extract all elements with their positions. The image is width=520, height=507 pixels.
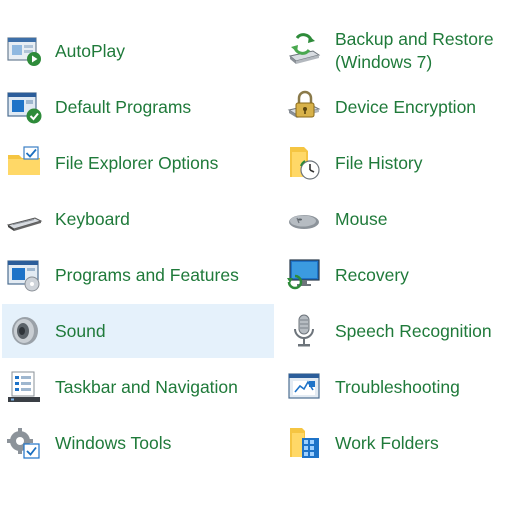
default-programs-item[interactable]: Default Programs bbox=[2, 80, 274, 134]
backup-restore-icon bbox=[285, 32, 323, 70]
file-explorer-options-item[interactable]: File Explorer Options bbox=[2, 136, 274, 190]
troubleshooting-icon bbox=[285, 368, 323, 406]
keyboard-item[interactable]: Keyboard bbox=[2, 192, 274, 246]
backup-restore-label[interactable]: Backup and Restore (Windows 7) bbox=[335, 28, 515, 74]
taskbar-icon bbox=[5, 368, 43, 406]
speech-recognition-label[interactable]: Speech Recognition bbox=[335, 320, 492, 343]
work-folders-item[interactable]: Work Folders bbox=[282, 416, 518, 470]
mouse-icon bbox=[285, 200, 323, 238]
file-history-item[interactable]: File History bbox=[282, 136, 518, 190]
work-folders-icon bbox=[285, 424, 323, 462]
backup-restore-item[interactable]: Backup and Restore (Windows 7) bbox=[282, 24, 518, 78]
programs-features-icon bbox=[5, 256, 43, 294]
mouse-item[interactable]: Mouse bbox=[282, 192, 518, 246]
recovery-item[interactable]: Recovery bbox=[282, 248, 518, 302]
autoplay-item[interactable]: AutoPlay bbox=[2, 24, 274, 78]
troubleshooting-label[interactable]: Troubleshooting bbox=[335, 376, 460, 399]
recovery-label[interactable]: Recovery bbox=[335, 264, 409, 287]
speech-recognition-item[interactable]: Speech Recognition bbox=[282, 304, 518, 358]
keyboard-icon bbox=[5, 200, 43, 238]
recovery-icon bbox=[285, 256, 323, 294]
sound-item[interactable]: Sound bbox=[2, 304, 274, 358]
device-encryption-item[interactable]: Device Encryption bbox=[282, 80, 518, 134]
default-programs-label[interactable]: Default Programs bbox=[55, 96, 191, 119]
mouse-label[interactable]: Mouse bbox=[335, 208, 388, 231]
folder-options-icon bbox=[5, 144, 43, 182]
programs-features-item[interactable]: Programs and Features bbox=[2, 248, 274, 302]
troubleshooting-item[interactable]: Troubleshooting bbox=[282, 360, 518, 414]
taskbar-navigation-item[interactable]: Taskbar and Navigation bbox=[2, 360, 274, 414]
default-programs-icon bbox=[5, 88, 43, 126]
microphone-icon bbox=[285, 312, 323, 350]
file-explorer-options-label[interactable]: File Explorer Options bbox=[55, 152, 218, 175]
programs-features-label[interactable]: Programs and Features bbox=[55, 264, 239, 287]
windows-tools-item[interactable]: Windows Tools bbox=[2, 416, 274, 470]
sound-label[interactable]: Sound bbox=[55, 320, 106, 343]
keyboard-label[interactable]: Keyboard bbox=[55, 208, 130, 231]
device-encryption-icon bbox=[285, 88, 323, 126]
device-encryption-label[interactable]: Device Encryption bbox=[335, 96, 476, 119]
autoplay-icon bbox=[5, 32, 43, 70]
work-folders-label[interactable]: Work Folders bbox=[335, 432, 439, 455]
file-history-icon bbox=[285, 144, 323, 182]
taskbar-navigation-label[interactable]: Taskbar and Navigation bbox=[55, 376, 238, 399]
windows-tools-label[interactable]: Windows Tools bbox=[55, 432, 171, 455]
file-history-label[interactable]: File History bbox=[335, 152, 423, 175]
autoplay-label[interactable]: AutoPlay bbox=[55, 40, 125, 63]
speaker-icon bbox=[5, 312, 43, 350]
windows-tools-icon bbox=[5, 424, 43, 462]
